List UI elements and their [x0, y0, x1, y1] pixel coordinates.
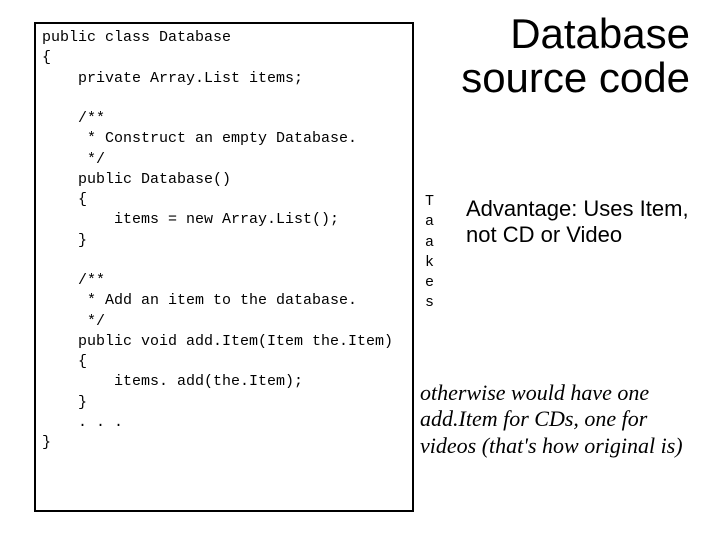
code-box: public class Database { private Array.Li… — [34, 22, 414, 512]
title-line-1: Database — [510, 10, 690, 57]
source-code: public class Database { private Array.Li… — [42, 29, 393, 451]
advantage-text: Advantage: Uses Item, not CD or Video — [466, 196, 696, 249]
title-line-2: source code — [461, 54, 690, 101]
slide: Database source code public class Databa… — [0, 0, 720, 540]
otherwise-note: otherwise would have one add.Item for CD… — [420, 380, 700, 459]
slide-title: Database source code — [410, 12, 690, 100]
vertical-annotation: T a a k e s — [425, 192, 434, 314]
